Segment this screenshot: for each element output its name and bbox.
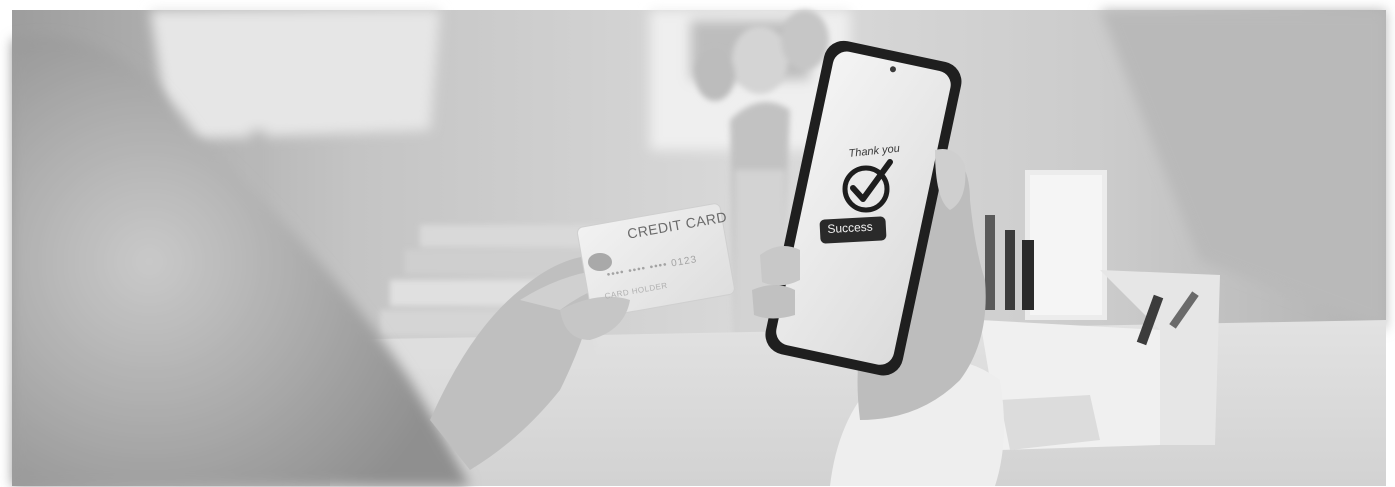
success-button[interactable]: Success: [827, 220, 873, 236]
photo-frame: CREDIT CARD •••• •••• •••• 0123 CARD HOL…: [0, 0, 1395, 487]
payment-success-photo: [0, 0, 1395, 487]
